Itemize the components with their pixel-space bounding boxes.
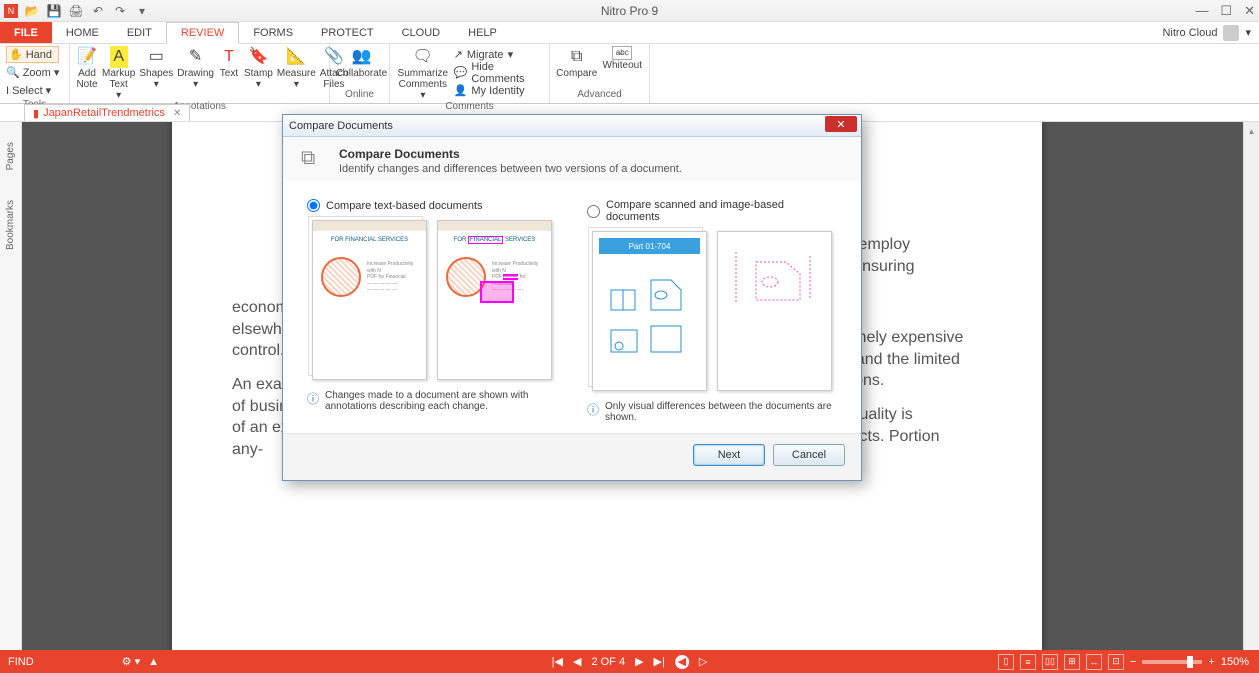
dialog-overlay: Compare Documents ✕ ⧉ Compare Documents … [0, 0, 1259, 673]
radio-text-based-input[interactable] [307, 199, 320, 212]
dialog-header: ⧉ Compare Documents Identify changes and… [283, 137, 861, 181]
option-image-based: Compare scanned and image-based document… [587, 199, 837, 423]
dialog-title-bar[interactable]: Compare Documents ✕ [283, 115, 861, 137]
scan-compare-thumb-1: Part 01-704 [592, 231, 707, 391]
scan-compare-thumb-2 [717, 231, 832, 391]
dialog-footer: Next Cancel [283, 433, 861, 480]
radio-text-based[interactable]: Compare text-based documents [307, 199, 557, 212]
dialog-title: Compare Documents [289, 120, 393, 132]
radio-image-based-input[interactable] [587, 205, 600, 218]
dialog-header-icon: ⧉ [301, 147, 329, 175]
dialog-body: Compare text-based documents FOR FINANCI… [283, 181, 861, 433]
info-icon: ⓘ [587, 401, 599, 418]
info-text-based: ⓘ Changes made to a document are shown w… [307, 390, 557, 412]
info-icon: ⓘ [307, 390, 319, 407]
dialog-heading: Compare Documents [339, 147, 682, 161]
radio-image-based[interactable]: Compare scanned and image-based document… [587, 199, 837, 223]
option-text-based: Compare text-based documents FOR FINANCI… [307, 199, 557, 423]
next-button[interactable]: Next [693, 444, 765, 466]
dialog-close-button[interactable]: ✕ [825, 116, 857, 132]
text-compare-thumb-2: FOR FINANCIAL SERVICES Increase Producti… [437, 220, 552, 380]
cancel-button[interactable]: Cancel [773, 444, 845, 466]
dialog-description: Identify changes and differences between… [339, 163, 682, 175]
info-image-based: ⓘ Only visual differences between the do… [587, 401, 837, 423]
text-compare-thumb-1: FOR FINANCIAL SERVICES Increase Producti… [312, 220, 427, 380]
compare-documents-dialog: Compare Documents ✕ ⧉ Compare Documents … [282, 114, 862, 481]
